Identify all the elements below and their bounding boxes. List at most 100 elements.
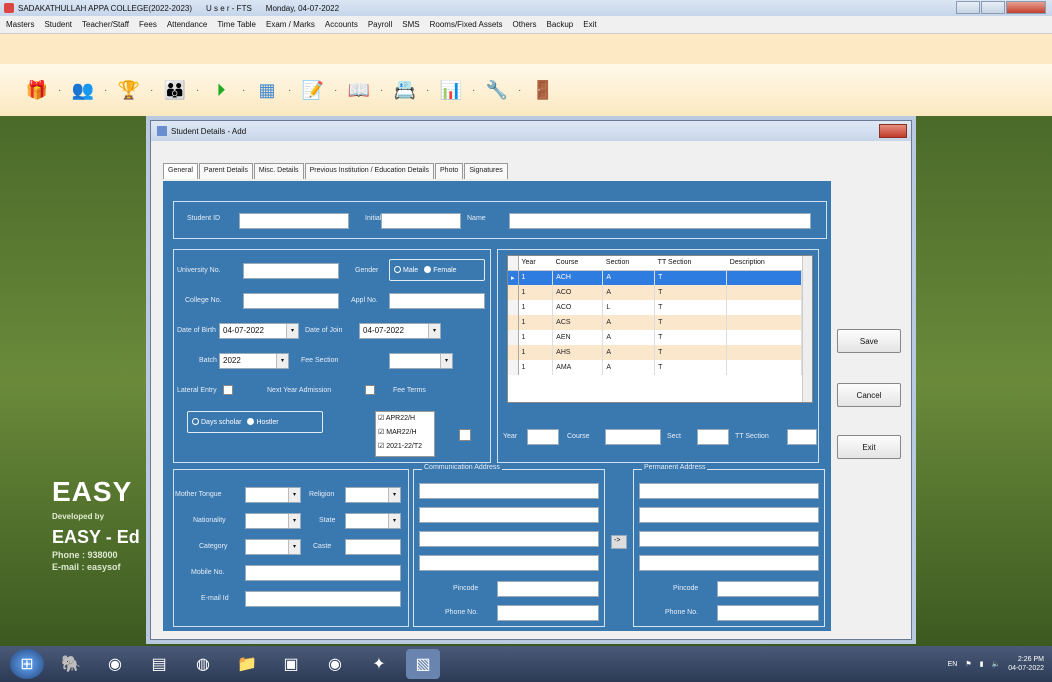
perm-address-line-2[interactable] [639,507,819,523]
comm-phone-input[interactable] [497,605,599,621]
menu-teacher-staff[interactable]: Teacher/Staff [82,20,129,29]
maximize-button[interactable] [981,1,1005,14]
hostler-radio[interactable]: Hostler [247,418,279,426]
perm-address-line-3[interactable] [639,531,819,547]
perm-pincode-input[interactable] [717,581,819,597]
table-row[interactable]: 1 AMA A T [508,360,802,375]
course-grid[interactable]: Year Course Section TT Section Descripti… [507,255,813,403]
dialog-close-button[interactable] [879,124,907,138]
menu-time-table[interactable]: Time Table [217,20,256,29]
people-icon[interactable]: 👪 [160,75,190,105]
state-select[interactable]: ▾ [345,513,401,529]
menu-exit[interactable]: Exit [583,20,596,29]
lateral-entry-checkbox[interactable] [223,385,233,395]
menu-sms[interactable]: SMS [402,20,419,29]
clock[interactable]: 2:26 PM 04-07-2022 [1008,655,1044,673]
tab-signatures[interactable]: Signatures [464,163,508,179]
comm-pincode-input[interactable] [497,581,599,597]
tab-photo[interactable]: Photo [435,163,464,179]
category-select[interactable]: ▾ [245,539,301,555]
religion-select[interactable]: ▾ [345,487,401,503]
female-radio[interactable]: Female [424,266,457,274]
users-icon[interactable]: 👥 [68,75,98,105]
app-icon-2[interactable]: ✦ [362,649,396,679]
tab-misc-details[interactable]: Misc. Details [253,163,304,179]
media-icon[interactable]: ▣ [274,649,308,679]
exit-door-icon[interactable]: 🚪 [528,75,558,105]
comm-address-line-2[interactable] [419,507,599,523]
name-input[interactable] [509,213,811,229]
cancel-button[interactable]: Cancel [837,383,901,407]
table-row[interactable]: 1 ACO A T [508,285,802,300]
fee-term-item[interactable]: ☑ APR22/H [376,412,434,426]
menu-attendance[interactable]: Attendance [167,20,207,29]
menu-others[interactable]: Others [513,20,537,29]
menu-student[interactable]: Student [44,20,72,29]
days-scholar-radio[interactable]: Days scholar [192,418,241,426]
fee-section-select[interactable]: ▾ [389,353,453,369]
university-no-input[interactable] [243,263,339,279]
table-row[interactable]: 1 ACO L T [508,300,802,315]
reader-icon[interactable]: 📖 [344,75,374,105]
initial-input[interactable] [381,213,461,229]
contacts-icon[interactable]: 📇 [390,75,420,105]
perm-address-line-4[interactable] [639,555,819,571]
menu-rooms[interactable]: Rooms/Fixed Assets [430,20,503,29]
college-no-input[interactable] [243,293,339,309]
tt-section-input[interactable] [787,429,817,445]
network-icon[interactable]: ▮ [980,660,984,668]
email-input[interactable] [245,591,401,607]
comm-address-line-4[interactable] [419,555,599,571]
flag-icon[interactable]: ⚑ [965,660,971,668]
firefox-icon[interactable]: ◍ [186,649,220,679]
table-row[interactable]: 1 AEN A T [508,330,802,345]
start-button[interactable]: ⊞ [10,649,44,679]
mother-tongue-select[interactable]: ▾ [245,487,301,503]
tools-icon[interactable]: 🔧 [482,75,512,105]
table-row[interactable]: ▸ 1 ACH A T [508,270,802,285]
menu-exam-marks[interactable]: Exam / Marks [266,20,315,29]
play-icon[interactable]: ⏵ [206,75,236,105]
nationality-select[interactable]: ▾ [245,513,301,529]
exit-button[interactable]: Exit [837,435,901,459]
appl-no-input[interactable] [389,293,485,309]
table-row[interactable]: 1 ACS A T [508,315,802,330]
menu-masters[interactable]: Masters [6,20,34,29]
chrome-icon-2[interactable]: ◉ [318,649,352,679]
grid-scrollbar[interactable] [802,256,812,402]
calendar-icon[interactable]: ▦ [252,75,282,105]
menu-fees[interactable]: Fees [139,20,157,29]
perm-address-line-1[interactable] [639,483,819,499]
chart-icon[interactable]: 📊 [436,75,466,105]
gift-icon[interactable]: 🎁 [22,75,52,105]
language-indicator[interactable]: EN [948,661,958,668]
fee-terms-select-all-checkbox[interactable] [459,429,471,441]
copy-address-button[interactable]: -> [611,535,627,549]
minimize-button[interactable] [956,1,980,14]
trophy-icon[interactable]: 🏆 [114,75,144,105]
fee-term-item[interactable]: ☑ MAR22/H [376,426,434,440]
year-input[interactable] [527,429,559,445]
dob-datepicker[interactable]: 04-07-2022 ▾ [219,323,299,339]
fee-terms-list[interactable]: ☑ APR22/H ☑ MAR22/H ☑ 2021-22/T2 [375,411,435,457]
tab-general[interactable]: General [163,163,198,179]
batch-select[interactable]: 2022 ▾ [219,353,289,369]
menu-payroll[interactable]: Payroll [368,20,392,29]
tab-previous-institution[interactable]: Previous Institution / Education Details [304,163,435,179]
menu-accounts[interactable]: Accounts [325,20,358,29]
folder-icon[interactable]: 📁 [230,649,264,679]
notes-icon[interactable]: 📝 [298,75,328,105]
app-icon-3[interactable]: ▧ [406,649,440,679]
tab-parent-details[interactable]: Parent Details [198,163,253,179]
app-icon-1[interactable]: 🐘 [54,649,88,679]
menu-backup[interactable]: Backup [547,20,574,29]
course-input[interactable] [605,429,661,445]
table-row[interactable]: 1 AHS A T [508,345,802,360]
comm-address-line-1[interactable] [419,483,599,499]
mobile-no-input[interactable] [245,565,401,581]
document-icon[interactable]: ▤ [142,649,176,679]
male-radio[interactable]: Male [394,266,418,274]
close-button[interactable] [1006,1,1046,14]
save-button[interactable]: Save [837,329,901,353]
doj-datepicker[interactable]: 04-07-2022 ▾ [359,323,441,339]
